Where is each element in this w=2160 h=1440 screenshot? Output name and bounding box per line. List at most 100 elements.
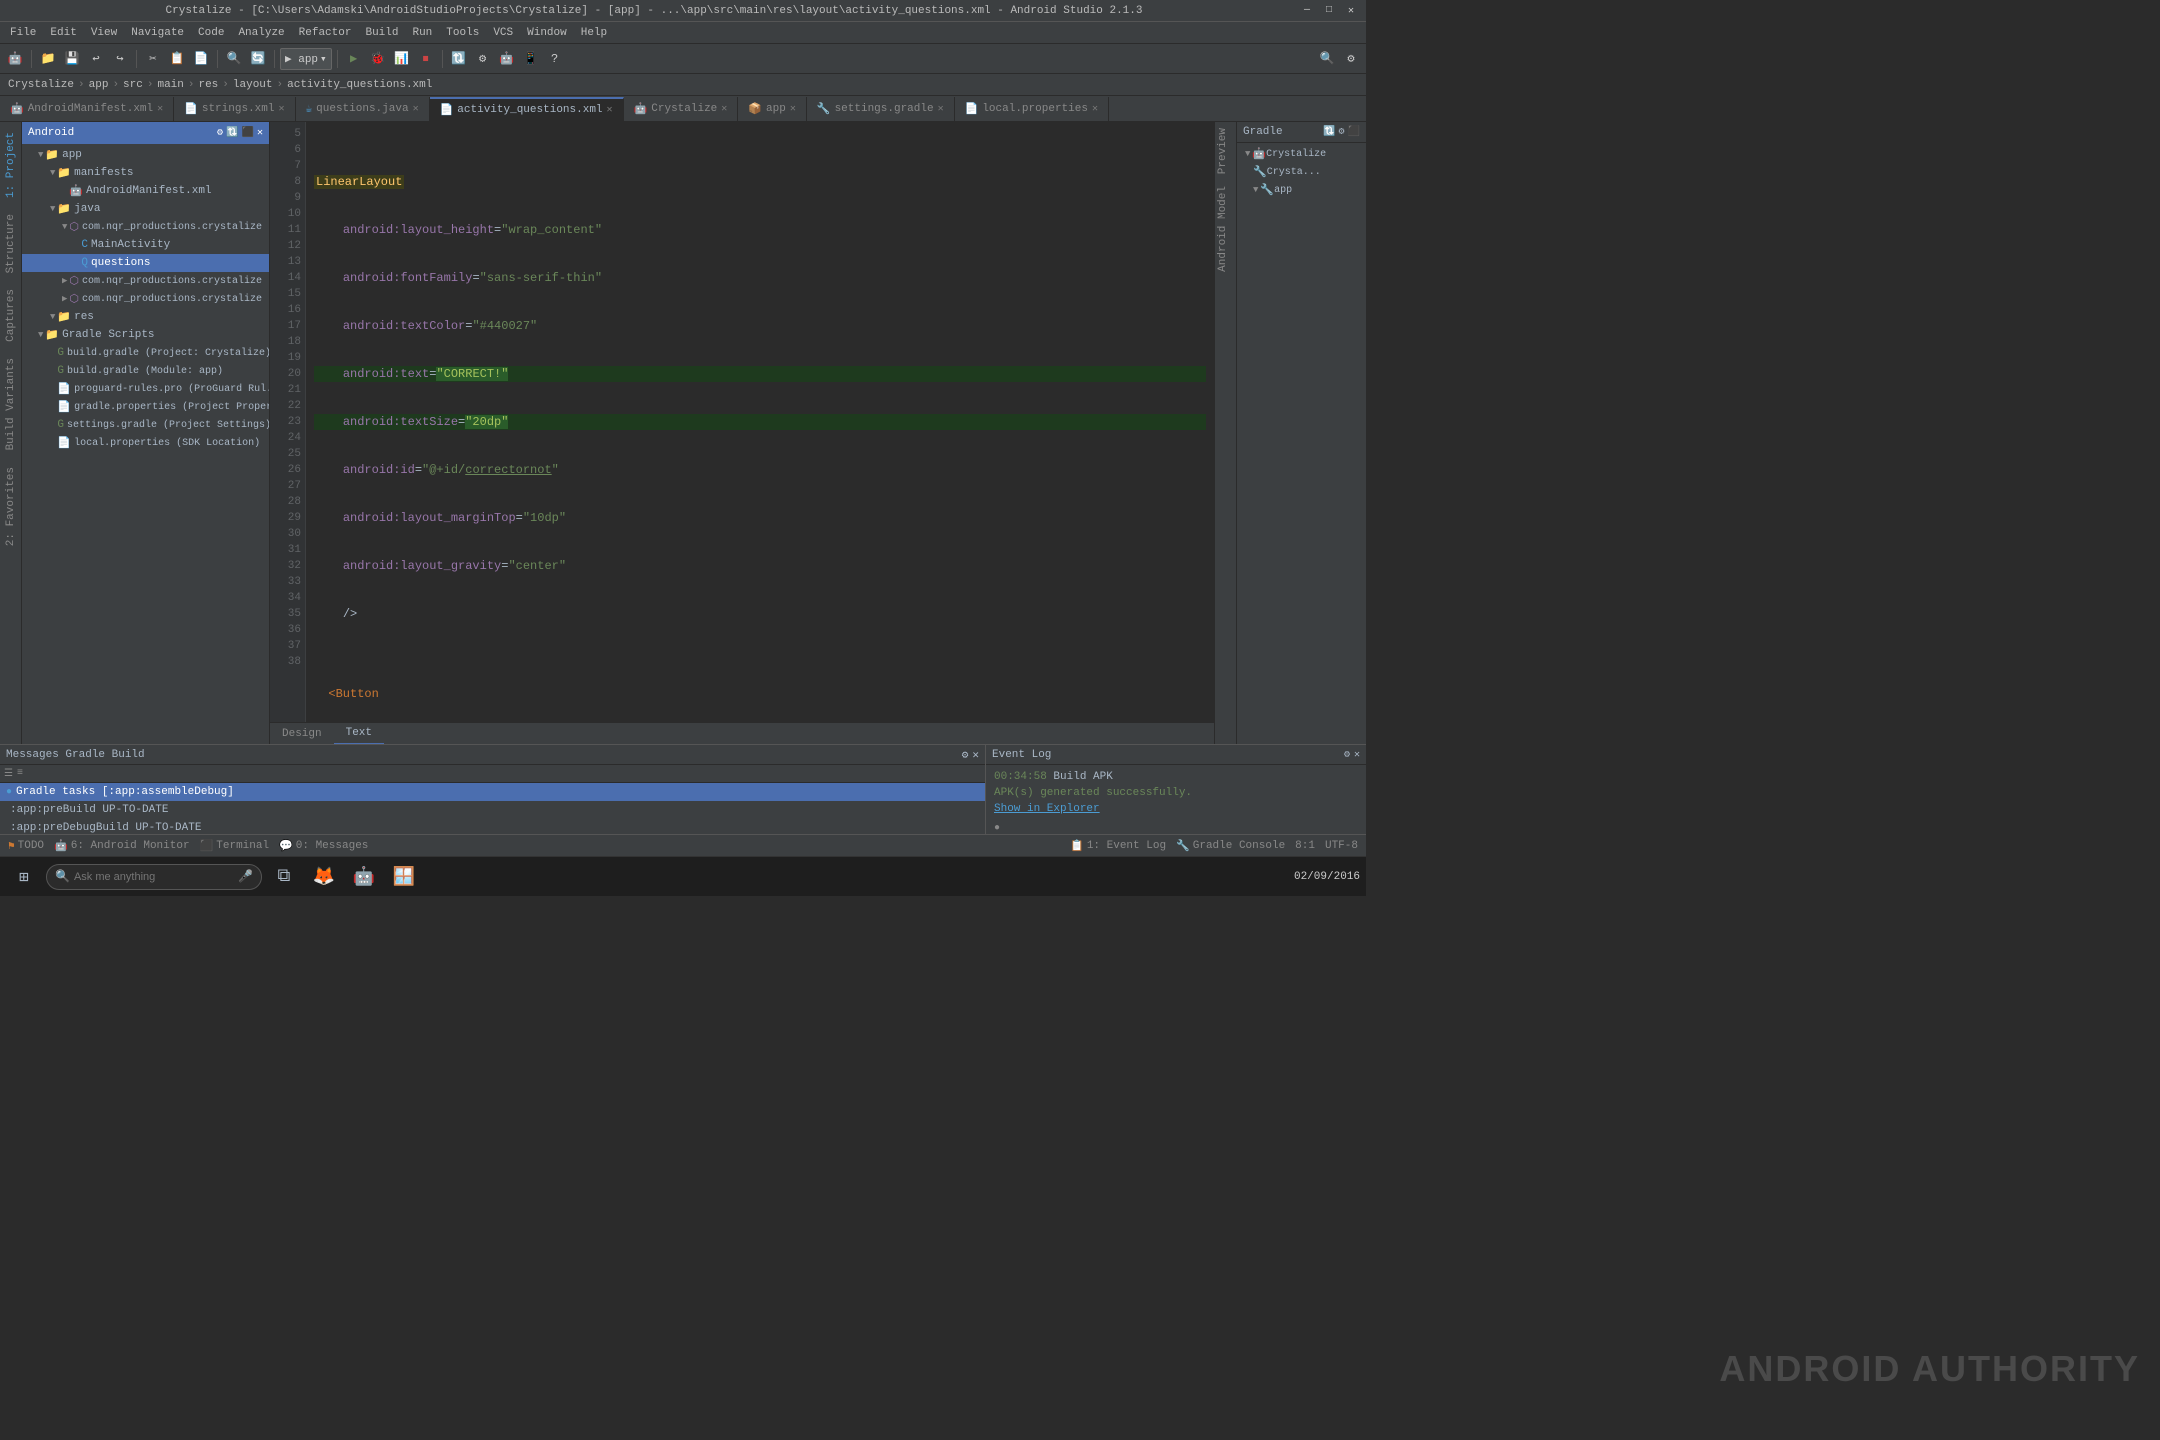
event-log-close-icon[interactable]: ✕: [1354, 749, 1360, 761]
tree-item-java[interactable]: ▼📁java: [22, 200, 269, 218]
log-entry-3[interactable]: Show in Explorer: [994, 801, 1358, 817]
breadcrumb-crystalize[interactable]: Crystalize: [8, 79, 74, 91]
tab-strings[interactable]: 📄 strings.xml ✕: [174, 97, 295, 121]
tab-local-properties[interactable]: 📄 local.properties ✕: [955, 97, 1109, 121]
status-android-monitor[interactable]: 🤖 6: Android Monitor: [54, 839, 190, 853]
search-everywhere-button[interactable]: 🔍: [1316, 48, 1338, 70]
gradle-collapse-icon[interactable]: ⬛: [1348, 126, 1360, 138]
tree-item-settings-gradle[interactable]: Gsettings.gradle (Project Settings): [22, 416, 269, 434]
messages-settings-icon[interactable]: ⚙: [962, 748, 969, 762]
tab-questions[interactable]: ☕ questions.java ✕: [296, 97, 430, 121]
tree-item-buildgradle-app[interactable]: Gbuild.gradle (Module: app): [22, 362, 269, 380]
close-settings-gradle[interactable]: ✕: [938, 103, 944, 115]
menu-view[interactable]: View: [85, 25, 123, 41]
menu-analyze[interactable]: Analyze: [232, 25, 290, 41]
side-structure-label[interactable]: Structure: [3, 208, 19, 279]
menu-build[interactable]: Build: [359, 25, 404, 41]
save-button[interactable]: 💾: [61, 48, 83, 70]
undo-button[interactable]: ↩: [85, 48, 107, 70]
msg-item-predebugbuild[interactable]: :app:preDebugBuild UP-TO-DATE: [0, 819, 985, 834]
msg-list-btn[interactable]: ≡: [17, 768, 23, 779]
maximize-button[interactable]: □: [1322, 4, 1336, 18]
menu-file[interactable]: File: [4, 25, 42, 41]
msg-item-prebuild[interactable]: :app:preBuild UP-TO-DATE: [0, 801, 985, 819]
sync-button[interactable]: 🔃: [448, 48, 470, 70]
tree-item-mainactivity[interactable]: CMainActivity: [22, 236, 269, 254]
taskbar-android-studio[interactable]: 🤖: [346, 859, 382, 895]
close-app[interactable]: ✕: [790, 103, 796, 115]
status-gradle-console[interactable]: 🔧 Gradle Console: [1176, 839, 1285, 853]
tree-item-pkg3[interactable]: ▶⬡com.nqr_productions.crystalize: [22, 290, 269, 308]
close-local-properties[interactable]: ✕: [1092, 103, 1098, 115]
tree-item-buildgradle-project[interactable]: Gbuild.gradle (Project: Crystalize): [22, 344, 269, 362]
menu-vcs[interactable]: VCS: [487, 25, 519, 41]
open-button[interactable]: 📁: [37, 48, 59, 70]
breadcrumb-main[interactable]: main: [157, 79, 183, 91]
tree-item-pkg2[interactable]: ▶⬡com.nqr_productions.crystalize: [22, 272, 269, 290]
side-android-model-label[interactable]: Android Model: [1215, 180, 1236, 278]
taskbar-firefox[interactable]: 🦊: [306, 859, 342, 895]
side-captures-label[interactable]: Captures: [3, 283, 19, 348]
project-settings-icon[interactable]: ⚙: [217, 127, 223, 139]
side-project-label[interactable]: 1: Project: [3, 126, 19, 204]
tab-androidmanifest[interactable]: 🤖 AndroidManifest.xml ✕: [0, 97, 174, 121]
taskbar-windows-store[interactable]: 🪟: [386, 859, 422, 895]
status-todo[interactable]: ⚑ TODO: [8, 839, 44, 853]
tree-item-local-properties[interactable]: 📄local.properties (SDK Location): [22, 434, 269, 452]
tab-text[interactable]: Text: [334, 723, 384, 745]
tree-item-questions[interactable]: Qquestions: [22, 254, 269, 272]
gradle-crystalize[interactable]: ▼ 🤖 Crystalize: [1237, 145, 1366, 163]
close-questions[interactable]: ✕: [413, 103, 419, 115]
gradle-refresh-icon[interactable]: 🔃: [1323, 126, 1335, 138]
menu-tools[interactable]: Tools: [440, 25, 485, 41]
menu-code[interactable]: Code: [192, 25, 230, 41]
breadcrumb-file[interactable]: activity_questions.xml: [287, 79, 432, 91]
close-crystalize[interactable]: ✕: [721, 103, 727, 115]
breadcrumb-app[interactable]: app: [89, 79, 109, 91]
redo-button[interactable]: ↪: [109, 48, 131, 70]
menu-window[interactable]: Window: [521, 25, 573, 41]
gradle-settings-icon[interactable]: ⚙: [1339, 126, 1345, 138]
help-button[interactable]: ?: [544, 48, 566, 70]
code-lines[interactable]: LinearLayout android:layout_height="wrap…: [306, 122, 1214, 722]
minimize-button[interactable]: —: [1300, 4, 1314, 18]
tree-item-app[interactable]: ▼📁app: [22, 146, 269, 164]
app-dropdown[interactable]: ▶ app▾: [280, 48, 332, 70]
taskbar-search[interactable]: 🔍 🎤: [46, 864, 262, 890]
close-button[interactable]: ✕: [1344, 4, 1358, 18]
settings2-button[interactable]: ⚙: [1340, 48, 1362, 70]
gradle-crysta[interactable]: 🔧 Crysta...: [1237, 163, 1366, 181]
tab-activity-questions[interactable]: 📄 activity_questions.xml ✕: [430, 97, 624, 121]
side-favorites-label[interactable]: 2: Favorites: [3, 461, 19, 552]
profile-button[interactable]: 📊: [391, 48, 413, 70]
status-messages[interactable]: 💬 0: Messages: [279, 839, 368, 853]
cut-button[interactable]: ✂: [142, 48, 164, 70]
side-preview-label[interactable]: Preview: [1215, 122, 1236, 180]
msg-item-assembledebug[interactable]: ● Gradle tasks [:app:assembleDebug]: [0, 783, 985, 801]
taskbar-search-input[interactable]: [74, 871, 234, 883]
close-activity-questions[interactable]: ✕: [607, 104, 613, 116]
settings-button[interactable]: ⚙: [472, 48, 494, 70]
tree-item-res[interactable]: ▼📁res: [22, 308, 269, 326]
gradle-app[interactable]: ▼ 🔧 app: [1237, 181, 1366, 199]
status-terminal[interactable]: ⬛ Terminal: [200, 839, 270, 853]
menu-edit[interactable]: Edit: [44, 25, 82, 41]
run-button[interactable]: ▶: [343, 48, 365, 70]
event-log-settings-icon[interactable]: ⚙: [1344, 749, 1350, 761]
menu-refactor[interactable]: Refactor: [293, 25, 358, 41]
android-sdk-button[interactable]: 🤖: [496, 48, 518, 70]
breadcrumb-src[interactable]: src: [123, 79, 143, 91]
status-event-log[interactable]: 📋 1: Event Log: [1070, 839, 1166, 853]
code-editor[interactable]: 5 6 7 8 9 10 11 12 13 14 15 16 17 18 19 …: [270, 122, 1214, 722]
paste-button[interactable]: 📄: [190, 48, 212, 70]
breadcrumb-res[interactable]: res: [198, 79, 218, 91]
menu-navigate[interactable]: Navigate: [125, 25, 190, 41]
msg-filter-btn[interactable]: ☰: [4, 768, 13, 780]
menu-help[interactable]: Help: [575, 25, 613, 41]
side-build-variants-label[interactable]: Build Variants: [3, 352, 19, 456]
tree-item-proguard[interactable]: 📄proguard-rules.pro (ProGuard Rul...: [22, 380, 269, 398]
tree-item-manifests[interactable]: ▼📁manifests: [22, 164, 269, 182]
close-strings[interactable]: ✕: [278, 103, 284, 115]
tree-item-androidmanifest[interactable]: 🤖AndroidManifest.xml: [22, 182, 269, 200]
menu-run[interactable]: Run: [406, 25, 438, 41]
